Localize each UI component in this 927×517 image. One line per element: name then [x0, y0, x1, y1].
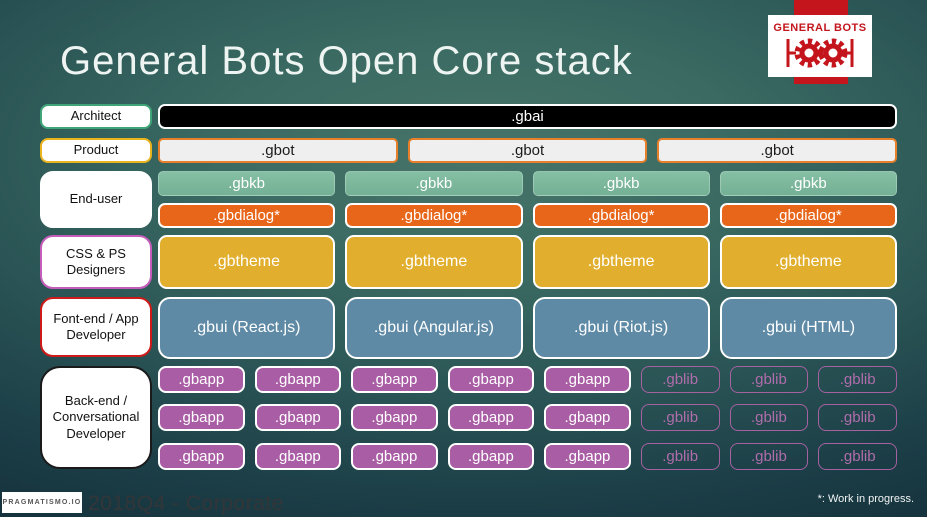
layer-label-product: Product [40, 138, 152, 163]
gblib-box: .gblib [818, 366, 898, 393]
footer-caption: 2018Q4 - Corporate [88, 492, 284, 515]
gbot-box: .gbot [657, 138, 898, 163]
gbdialog-box: .gbdialog* [719, 203, 897, 228]
layer-label-frontend: Font-end / App Developer [40, 297, 152, 357]
gbapp-box: .gbapp [447, 443, 535, 470]
row-end-user-1: .gbdialog* .gbdialog* .gbdialog* .gbdialog* [158, 203, 897, 228]
gbapp-box: .gbapp [447, 366, 535, 393]
gblib-box: .gblib [640, 366, 720, 393]
layer-label-backend: Back-end / Conversational Developer [40, 366, 152, 469]
gbtheme-box: .gbtheme [719, 235, 897, 289]
gbapp-box: .gbapp [158, 366, 245, 393]
gears-icon [786, 38, 854, 67]
layer-label-end-user: End-user [40, 171, 152, 228]
layer-label-designers: CSS & PS Designers [40, 235, 152, 289]
pragmatismo-logo: PRAGMATISMO.IO [2, 492, 82, 513]
gbtheme-box: .gbtheme [158, 235, 336, 289]
gbkb-box: .gbkb [719, 171, 897, 196]
gbdialog-box: .gbdialog* [532, 203, 710, 228]
row-product-0: .gbot .gbot .gbot [158, 138, 898, 163]
gblib-box: .gblib [818, 443, 898, 470]
gbkb-box: .gbkb [532, 171, 710, 196]
gbapp-box: .gbapp [158, 404, 245, 431]
gbai-box: .gbai [158, 104, 897, 129]
gbkb-box: .gbkb [158, 171, 336, 196]
gbapp-box: .gbapp [544, 443, 631, 470]
gblib-box: .gblib [729, 404, 809, 431]
slide-title: General Bots Open Core stack [60, 39, 633, 83]
gblib-box: .gblib [640, 404, 720, 431]
gblib-box: .gblib [640, 443, 720, 470]
work-in-progress-note: *: Work in progress. [817, 493, 914, 505]
gbot-box: .gbot [407, 138, 648, 163]
row-backend-1: .gbapp .gbapp .gbapp .gbapp .gbapp .gblib .gbl… [158, 404, 898, 431]
gbapp-box: .gbapp [544, 366, 631, 393]
gbui-box: .gbui (HTML) [719, 297, 897, 359]
gbtheme-box: .gbtheme [345, 235, 523, 289]
gbapp-box: .gbapp [254, 404, 342, 431]
gbapp-box: .gbapp [351, 443, 438, 470]
gblib-box: .gblib [729, 443, 809, 470]
gbkb-box: .gbkb [345, 171, 523, 196]
logo-brand-text: GENERAL BOTS [773, 21, 867, 34]
gbapp-box: .gbapp [447, 404, 535, 431]
row-designers-0: .gbtheme .gbtheme .gbtheme .gbtheme [158, 235, 897, 289]
row-backend-2: .gbapp .gbapp .gbapp .gbapp .gbapp .gblib .gbl… [158, 443, 898, 470]
gblib-box: .gblib [729, 366, 809, 393]
row-backend-0: .gbapp .gbapp .gbapp .gbapp .gbapp .gblib .gbl… [158, 366, 898, 393]
gblib-box: .gblib [818, 404, 898, 431]
gbapp-box: .gbapp [351, 404, 438, 431]
gbot-box: .gbot [158, 138, 398, 163]
gbdialog-box: .gbdialog* [158, 203, 336, 228]
gbapp-box: .gbapp [544, 404, 631, 431]
gbapp-box: .gbapp [254, 443, 342, 470]
gbapp-box: .gbapp [254, 366, 342, 393]
row-architect-0: .gbai [158, 104, 897, 129]
gbapp-box: .gbapp [351, 366, 438, 393]
gbui-box: .gbui (Riot.js) [532, 297, 710, 359]
gbapp-box: .gbapp [158, 443, 245, 470]
gbdialog-box: .gbdialog* [345, 203, 523, 228]
gbui-box: .gbui (Angular.js) [345, 297, 523, 359]
gbtheme-box: .gbtheme [532, 235, 710, 289]
layer-label-architect: Architect [40, 104, 152, 129]
row-end-user-0: .gbkb .gbkb .gbkb .gbkb [158, 171, 897, 196]
gbui-box: .gbui (React.js) [158, 297, 336, 359]
general-bots-logo: GENERAL BOTS [768, 15, 872, 77]
row-frontend-0: .gbui (React.js) .gbui (Angular.js) .gbui … [158, 297, 897, 359]
